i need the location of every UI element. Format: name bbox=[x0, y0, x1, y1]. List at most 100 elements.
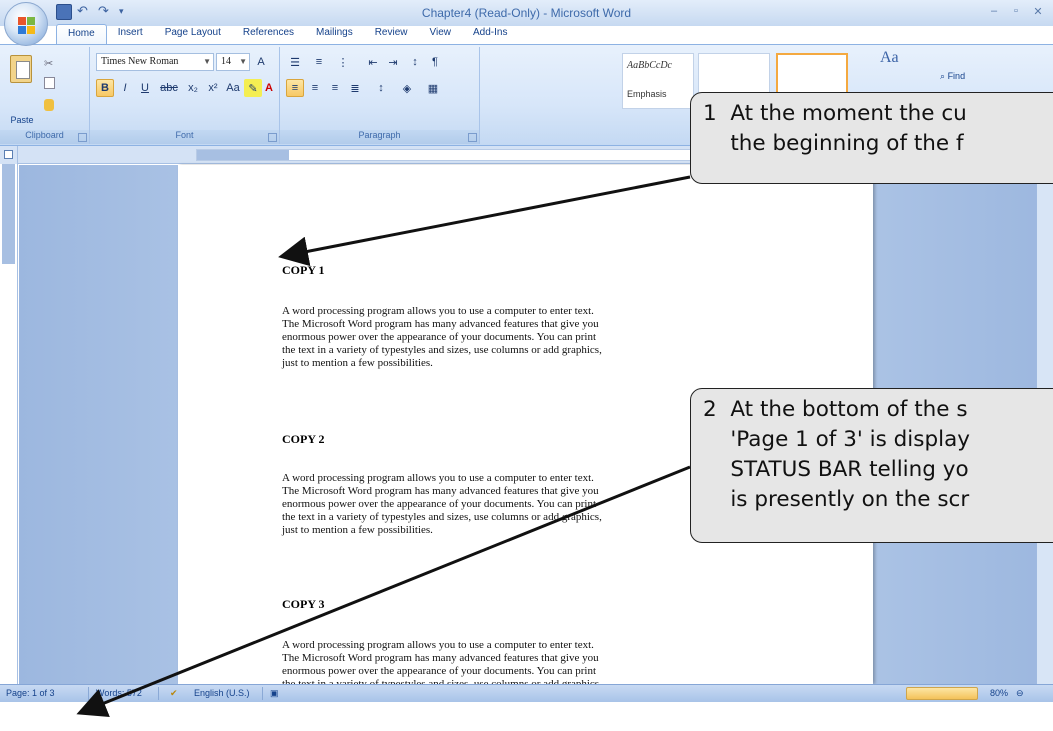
dialog-launcher-icon[interactable] bbox=[78, 133, 87, 142]
proofing-icon[interactable]: ✔ bbox=[170, 688, 178, 699]
ruler-margin bbox=[2, 164, 15, 264]
callout-line: STATUS BAR telling yo bbox=[703, 457, 969, 482]
clipboard-group-label: Clipboard bbox=[0, 130, 89, 144]
change-case-icon[interactable]: Aa bbox=[224, 79, 242, 97]
tab-insert[interactable]: Insert bbox=[107, 24, 154, 44]
font-color-icon[interactable]: A bbox=[260, 79, 278, 97]
office-logo-icon bbox=[18, 17, 35, 34]
callout-line: is presently on the scr bbox=[703, 487, 970, 512]
page-count-indicator[interactable]: Page: 1 of 3 bbox=[6, 688, 55, 698]
status-separator bbox=[88, 687, 89, 700]
borders-icon[interactable]: ▦ bbox=[424, 79, 442, 97]
style-name: Emphasis bbox=[627, 89, 667, 99]
grow-font-icon[interactable]: A bbox=[252, 53, 270, 71]
font-name-combo[interactable]: Times New Roman ▼ bbox=[96, 53, 214, 71]
bullets-icon[interactable]: ☰ bbox=[286, 53, 304, 71]
find-button[interactable]: ⌕ Find bbox=[940, 71, 965, 82]
zoom-out-icon[interactable]: ⊖ bbox=[1016, 688, 1024, 699]
align-center-button[interactable]: ≡ bbox=[306, 79, 324, 97]
text-line: A word processing program allows you to … bbox=[282, 639, 594, 651]
maximize-icon[interactable]: ▫ bbox=[1007, 3, 1025, 19]
zoom-level[interactable]: 80% bbox=[990, 688, 1008, 698]
multilevel-list-icon[interactable]: ⋮ bbox=[334, 53, 352, 71]
vertical-ruler[interactable] bbox=[0, 164, 18, 684]
style-preview: AaBbCcDc bbox=[627, 60, 672, 71]
increase-indent-icon[interactable]: ⇥ bbox=[384, 53, 402, 71]
callout-line: 1 At the moment the cu bbox=[703, 101, 967, 126]
title-bar: ↶ ↷ ▾ Chapter4 (Read-Only) - Microsoft W… bbox=[0, 0, 1053, 26]
tab-review[interactable]: Review bbox=[364, 24, 419, 44]
justify-button[interactable]: ≣ bbox=[346, 79, 364, 97]
callout-line: 2 At the bottom of the s bbox=[703, 397, 968, 422]
style-tile-emphasis[interactable]: AaBbCcDc Emphasis bbox=[622, 53, 694, 109]
format-painter-icon[interactable] bbox=[44, 99, 54, 111]
macro-record-icon[interactable]: ▣ bbox=[270, 688, 279, 699]
text-line: A word processing program allows you to … bbox=[282, 305, 594, 317]
ruler-margin bbox=[197, 150, 289, 160]
font-group-label: Font bbox=[90, 130, 279, 144]
status-separator bbox=[158, 687, 159, 700]
tab-page-layout[interactable]: Page Layout bbox=[154, 24, 232, 44]
minimize-icon[interactable]: – bbox=[985, 3, 1003, 19]
chevron-down-icon: ▼ bbox=[239, 57, 247, 66]
paragraph-group-label: Paragraph bbox=[280, 130, 479, 144]
window-controls: – ▫ ✕ bbox=[985, 3, 1047, 19]
paste-label: Paste bbox=[10, 115, 34, 125]
text-line: the text in a variety of typestyles and … bbox=[282, 344, 602, 356]
underline-button[interactable]: U bbox=[136, 79, 154, 97]
tab-home[interactable]: Home bbox=[56, 24, 107, 44]
decrease-indent-icon[interactable]: ⇤ bbox=[364, 53, 382, 71]
text-line: The Microsoft Word program has many adva… bbox=[282, 318, 599, 330]
section-heading: COPY 3 bbox=[282, 597, 325, 611]
show-marks-icon[interactable]: ¶ bbox=[426, 53, 444, 71]
tab-stop-icon bbox=[4, 150, 13, 159]
word-count-indicator[interactable]: Words: 572 bbox=[96, 688, 142, 698]
section-body: A word processing program allows you to … bbox=[282, 305, 762, 370]
callout-line: 'Page 1 of 3' is display bbox=[703, 427, 970, 452]
bold-button[interactable]: B bbox=[96, 79, 114, 97]
annotation-callout-1: 1 At the moment the cu the beginning of … bbox=[690, 92, 1053, 184]
language-indicator[interactable]: English (U.S.) bbox=[194, 688, 250, 698]
text-line: just to mention a few possibilities. bbox=[282, 357, 433, 369]
clipboard-group: Paste ✂ Clipboard bbox=[0, 47, 90, 144]
strikethrough-button[interactable]: abc bbox=[160, 79, 178, 97]
section-heading: COPY 1 bbox=[282, 263, 325, 277]
text-line: enormous power over the appearance of yo… bbox=[282, 665, 597, 677]
change-styles-button[interactable]: Aa bbox=[880, 49, 916, 67]
status-separator bbox=[262, 687, 263, 700]
shading-icon[interactable]: ◈ bbox=[398, 79, 416, 97]
chevron-down-icon: ▼ bbox=[203, 57, 211, 66]
align-left-button[interactable]: ≡ bbox=[286, 79, 304, 97]
tab-references[interactable]: References bbox=[232, 24, 305, 44]
screen-margin bbox=[0, 702, 1053, 731]
line-spacing-icon[interactable]: ↕ bbox=[372, 79, 390, 97]
view-buttons[interactable] bbox=[906, 687, 978, 700]
callout-line: the beginning of the f bbox=[703, 131, 964, 156]
office-button[interactable] bbox=[4, 2, 48, 46]
window-title: Chapter4 (Read-Only) - Microsoft Word bbox=[421, 6, 632, 20]
dialog-launcher-icon[interactable] bbox=[468, 133, 477, 142]
cut-icon[interactable]: ✂ bbox=[44, 57, 58, 71]
subscript-button[interactable]: x₂ bbox=[184, 79, 202, 97]
font-size-combo[interactable]: 14 ▼ bbox=[216, 53, 250, 71]
find-label: Find bbox=[947, 71, 966, 81]
sort-icon[interactable]: ↕ bbox=[406, 53, 424, 71]
ribbon-tabs: Home Insert Page Layout References Maili… bbox=[56, 24, 518, 44]
tab-selector[interactable] bbox=[0, 146, 18, 164]
italic-button[interactable]: I bbox=[116, 79, 134, 97]
tab-mailings[interactable]: Mailings bbox=[305, 24, 364, 44]
tab-view[interactable]: View bbox=[419, 24, 463, 44]
tab-add-ins[interactable]: Add-Ins bbox=[462, 24, 518, 44]
text-line: The Microsoft Word program has many adva… bbox=[282, 652, 599, 664]
dialog-launcher-icon[interactable] bbox=[268, 133, 277, 142]
binoculars-icon: ⌕ bbox=[940, 71, 946, 81]
clipboard-icon bbox=[10, 55, 32, 83]
superscript-button[interactable]: x² bbox=[204, 79, 222, 97]
paste-button[interactable]: Paste bbox=[4, 51, 40, 125]
font-name-value: Times New Roman bbox=[101, 56, 179, 67]
numbering-icon[interactable]: ≡ bbox=[310, 53, 328, 71]
close-icon[interactable]: ✕ bbox=[1029, 3, 1047, 19]
status-bar: Page: 1 of 3 Words: 572 ✔ English (U.S.)… bbox=[0, 684, 1053, 702]
copy-icon[interactable] bbox=[44, 77, 55, 89]
align-right-button[interactable]: ≡ bbox=[326, 79, 344, 97]
